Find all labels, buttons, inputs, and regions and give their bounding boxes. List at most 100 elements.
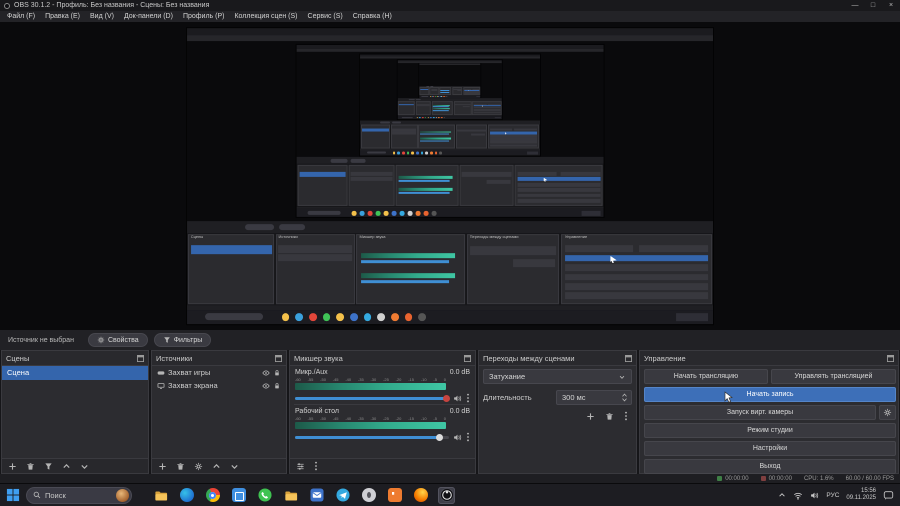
- transition-select[interactable]: Затухание: [483, 369, 632, 384]
- exit-button[interactable]: Выход: [644, 459, 896, 474]
- language-indicator[interactable]: РУС: [826, 492, 839, 499]
- display-capture-icon: [157, 382, 165, 389]
- obs-taskbar-icon[interactable]: [438, 486, 455, 504]
- transition-properties-icon[interactable]: [624, 411, 628, 421]
- captured-screen-level-1: Сцены Источники Микшер звука Переходы между…: [187, 28, 713, 324]
- volume-slider[interactable]: [295, 394, 450, 402]
- dock-menu-icon[interactable]: [464, 354, 471, 362]
- visibility-icon[interactable]: [262, 369, 270, 377]
- slider-handle[interactable]: [443, 394, 450, 402]
- mouse-cursor: [724, 391, 733, 403]
- mute-icon[interactable]: [453, 433, 462, 442]
- mixer-menu-icon[interactable]: [314, 461, 318, 471]
- source-item-display-capture[interactable]: Захват экрана: [152, 379, 286, 392]
- start-virtual-camera-button[interactable]: Запуск вирт. камеры: [644, 405, 876, 420]
- explorer-icon[interactable]: [152, 487, 169, 504]
- filters-label: Фильтры: [173, 336, 203, 344]
- studio-mode-button[interactable]: Режим студии: [644, 423, 896, 438]
- notifications-icon[interactable]: [883, 490, 894, 501]
- mixer-panel-title: Микшер звука: [294, 353, 343, 363]
- scene-filters-icon[interactable]: [44, 462, 53, 471]
- app-icon-orange-grid[interactable]: [386, 487, 403, 504]
- folder-icon[interactable]: [282, 487, 299, 504]
- channel-level: 0.0 dB: [449, 408, 470, 415]
- mute-icon[interactable]: [453, 394, 462, 403]
- hidden-icons-chevron-icon[interactable]: [778, 491, 786, 499]
- dock-menu-icon[interactable]: [275, 354, 282, 362]
- start-recording-button[interactable]: Начать запись: [644, 387, 896, 402]
- close-button[interactable]: ×: [882, 0, 900, 11]
- dock-menu-icon[interactable]: [887, 354, 894, 362]
- remove-source-icon[interactable]: [176, 462, 185, 471]
- firefox-icon[interactable]: [412, 487, 429, 504]
- move-scene-down-icon[interactable]: [80, 462, 89, 471]
- scenes-panel-title: Сцены: [6, 353, 30, 363]
- menu-help[interactable]: Справка (H): [348, 13, 397, 20]
- add-transition-icon[interactable]: [586, 412, 595, 421]
- source-item-game-capture[interactable]: Захват игры: [152, 366, 286, 379]
- move-scene-up-icon[interactable]: [62, 462, 71, 471]
- search-input[interactable]: Поиск: [26, 486, 132, 504]
- settings-button[interactable]: Настройки: [644, 441, 896, 456]
- chevron-down-icon: [619, 375, 625, 379]
- scene-item[interactable]: Сцена: [2, 366, 148, 380]
- duration-spinbox[interactable]: 300 мс: [556, 390, 632, 405]
- network-icon[interactable]: [793, 491, 803, 500]
- minimize-button[interactable]: —: [846, 0, 864, 11]
- audio-meter: [295, 383, 446, 390]
- add-source-icon[interactable]: [158, 462, 167, 471]
- date: 09.11.2025: [846, 495, 876, 501]
- manage-stream-button[interactable]: Управлять трансляцией: [771, 369, 896, 384]
- move-source-up-icon[interactable]: [212, 462, 221, 471]
- app-icon-light[interactable]: [360, 487, 377, 504]
- source-toolbar: Источник не выбран Свойства Фильтры: [0, 330, 900, 350]
- mail-icon[interactable]: [308, 487, 325, 504]
- dock-menu-icon[interactable]: [137, 354, 144, 362]
- start-streaming-button[interactable]: Начать трансляцию: [644, 369, 768, 384]
- start-button-icon[interactable]: [6, 488, 20, 502]
- properties-button[interactable]: Свойства: [87, 333, 148, 347]
- menu-scene-collection[interactable]: Коллекция сцен (S): [229, 13, 302, 20]
- menu-view[interactable]: Вид (V): [85, 13, 119, 20]
- move-source-down-icon[interactable]: [230, 462, 239, 471]
- virtual-camera-settings-button[interactable]: [879, 405, 896, 420]
- spin-down-icon[interactable]: [621, 398, 628, 402]
- menu-tools[interactable]: Сервис (S): [303, 13, 348, 20]
- source-properties-icon[interactable]: [194, 462, 203, 471]
- menu-profile[interactable]: Профиль (P): [178, 13, 230, 20]
- visibility-icon[interactable]: [262, 382, 270, 390]
- remove-scene-icon[interactable]: [26, 462, 35, 471]
- sources-panel-header: Источники: [152, 351, 286, 366]
- menu-file[interactable]: Файл (F): [2, 13, 40, 20]
- preview-area[interactable]: Сцены Источники Микшер звука Переходы между…: [0, 22, 900, 330]
- controls-panel-title: Управление: [644, 353, 686, 363]
- remove-transition-icon[interactable]: [605, 412, 614, 421]
- telegram-icon[interactable]: [334, 487, 351, 504]
- lock-icon[interactable]: [273, 369, 281, 377]
- volume-slider[interactable]: [295, 433, 449, 441]
- maximize-button[interactable]: □: [864, 0, 882, 11]
- add-scene-icon[interactable]: [8, 462, 17, 471]
- lock-icon[interactable]: [273, 382, 281, 390]
- no-source-message: Источник не выбран: [8, 336, 74, 344]
- filter-icon: [163, 337, 170, 343]
- clock[interactable]: 15:56 09.11.2025: [846, 488, 876, 503]
- filters-button[interactable]: Фильтры: [153, 333, 212, 347]
- menu-docks[interactable]: Док-панели (D): [119, 13, 178, 20]
- volume-icon[interactable]: [810, 491, 819, 500]
- slider-handle[interactable]: [435, 433, 443, 441]
- edge-icon[interactable]: [178, 487, 195, 504]
- channel-name: Микр./Aux: [295, 369, 328, 376]
- channel-menu-icon[interactable]: [466, 393, 470, 403]
- search-avatar[interactable]: [116, 488, 129, 502]
- controls-panel-header: Управление: [640, 351, 898, 366]
- dock-menu-icon[interactable]: [625, 354, 632, 362]
- app-icon-blue[interactable]: [230, 487, 247, 504]
- advanced-audio-icon[interactable]: [296, 462, 305, 471]
- captured-screen-level-4: [397, 60, 503, 119]
- chrome-icon[interactable]: [204, 487, 221, 504]
- whatsapp-icon[interactable]: [256, 487, 273, 504]
- menu-edit[interactable]: Правка (E): [40, 13, 85, 20]
- spin-up-icon[interactable]: [621, 393, 628, 397]
- channel-menu-icon[interactable]: [466, 432, 470, 442]
